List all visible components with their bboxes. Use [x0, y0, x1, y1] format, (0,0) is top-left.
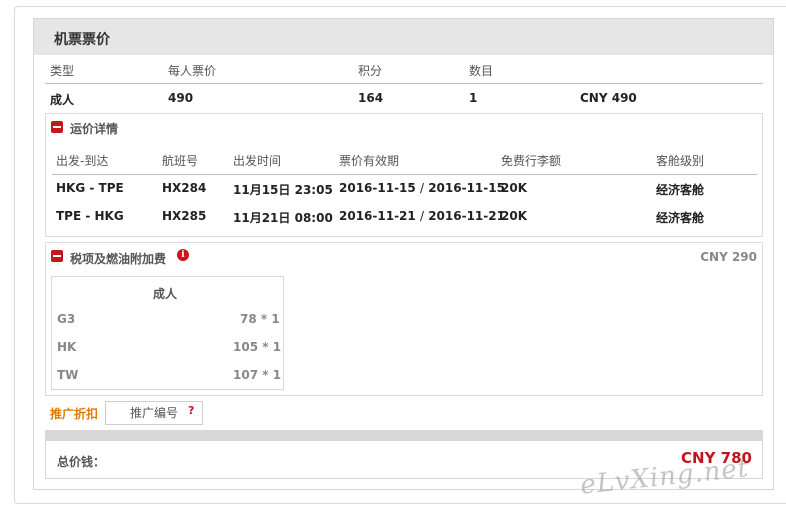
tax-amount-hk: 105 * 1: [233, 340, 282, 354]
fare-row-2-route: TPE - HKG: [56, 209, 124, 223]
summary-points: 164: [358, 91, 384, 105]
tax-amount-g3: 78 * 1: [240, 312, 280, 326]
tax-code-g3: G3: [57, 312, 76, 326]
panel-title: 机票票价: [54, 32, 110, 48]
summary-divider: [45, 83, 763, 84]
promo-label: 推广折扣: [50, 407, 99, 421]
fare-header-divider: [52, 174, 757, 175]
fare-col-route: 出发-到达: [56, 154, 109, 168]
fare-col-departure: 出发时间: [233, 154, 282, 168]
collapse-taxes-icon[interactable]: [51, 250, 63, 262]
fare-row-1-validity: 2016-11-15 / 2016-11-15: [339, 181, 505, 195]
fare-row-1-route: HKG - TPE: [56, 181, 124, 195]
col-header-type: 类型: [50, 64, 75, 78]
col-header-price: 每人票价: [168, 64, 217, 78]
fare-details-title[interactable]: 运价详情: [70, 120, 118, 137]
tax-amount-tw: 107 * 1: [233, 368, 282, 382]
collapse-fare-details-icon[interactable]: [51, 121, 63, 133]
tax-code-tw: TW: [57, 368, 79, 382]
summary-type: 成人: [50, 93, 75, 107]
fare-col-flight: 航班号: [162, 154, 199, 168]
total-bar: [46, 431, 762, 441]
fare-row-2-cabin: 经济客舱: [656, 211, 705, 225]
fare-col-validity: 票价有效期: [339, 154, 400, 168]
taxes-total: CNY 290: [700, 250, 757, 264]
fare-row-1-flight: HX284: [162, 181, 207, 195]
tax-code-hk: HK: [57, 340, 77, 354]
summary-price: 490: [168, 91, 194, 105]
fare-row-1-cabin: 经济客舱: [656, 183, 705, 197]
info-icon[interactable]: i: [177, 249, 189, 261]
fare-col-cabin: 客舱级别: [656, 154, 705, 168]
panel-header: 机票票价: [34, 19, 773, 55]
taxes-title[interactable]: 税项及燃油附加费: [70, 250, 166, 267]
fare-row-1-baggage: 20K: [501, 181, 527, 195]
col-header-count: 数目: [469, 64, 494, 78]
fare-row-2-flight: HX285: [162, 209, 207, 223]
col-header-points: 积分: [358, 64, 383, 78]
total-label: 总价钱：: [57, 455, 106, 469]
promo-help-icon[interactable]: ?: [188, 404, 194, 417]
summary-subtotal: CNY 490: [580, 91, 637, 105]
fare-row-2-validity: 2016-11-21 / 2016-11-21: [339, 209, 505, 223]
tax-box-header: 成人: [153, 287, 178, 301]
fare-row-2-date: 11月21日 08:00: [233, 211, 333, 225]
fare-row-2-baggage: 20K: [501, 209, 527, 223]
fare-col-baggage: 免费行李额: [501, 154, 562, 168]
summary-count: 1: [469, 91, 478, 105]
fare-row-1-date: 11月15日 23:05: [233, 183, 333, 197]
